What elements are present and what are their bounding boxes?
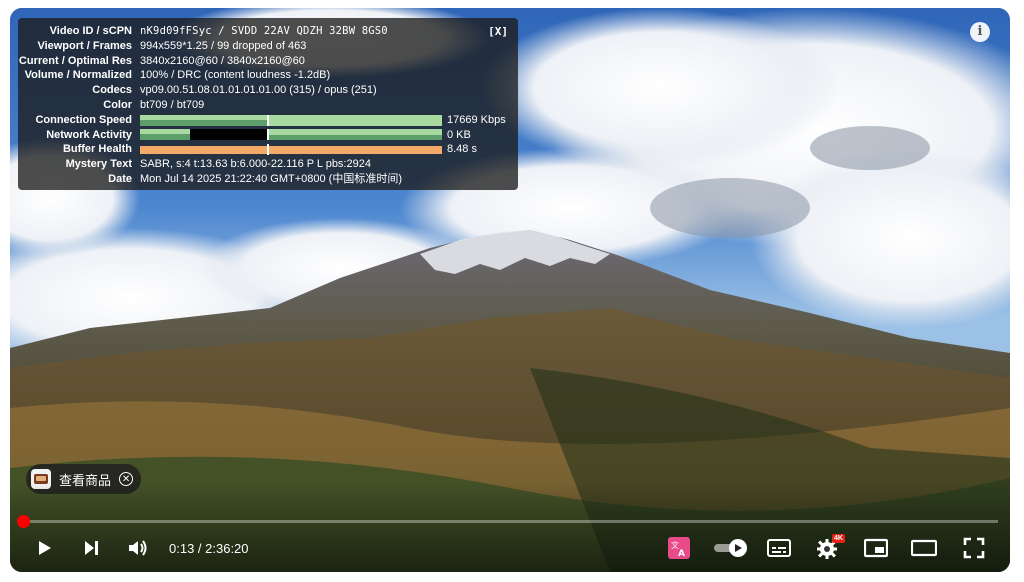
stat-key: Date (108, 172, 132, 185)
stat-key: Volume / Normalized (24, 69, 132, 82)
stat-row-date: Date Mon Jul 14 2025 21:22:40 GMT+0800 (… (18, 172, 518, 187)
player-controls: 0:13 / 2:36:20 文 A 4K (10, 530, 1010, 566)
play-button[interactable] (30, 536, 58, 560)
stat-value: SABR, s:4 t:13.63 b:6.000-22.116 P L pbs… (140, 158, 371, 171)
translate-button[interactable]: 文 A (665, 536, 693, 560)
stats-close-button[interactable]: [X] (488, 25, 508, 40)
play-icon (39, 541, 51, 555)
settings-button[interactable]: 4K (814, 534, 845, 560)
stat-row-codecs: Codecs vp09.00.51.08.01.01.01.01.00 (315… (18, 83, 518, 98)
autoplay-toggle-icon (714, 539, 747, 557)
buffer-health-graph (140, 144, 442, 156)
stat-value: 8.48 s (447, 143, 477, 156)
stat-row-mystery-text: Mystery Text SABR, s:4 t:13.63 b:6.000-2… (18, 157, 518, 172)
miniplayer-icon (864, 538, 888, 558)
stat-value: 17669 Kbps (447, 113, 506, 126)
stat-row-viewport: Viewport / Frames 994x559*1.25 / 99 drop… (18, 39, 518, 54)
progress-bar[interactable] (22, 520, 998, 523)
stat-row-resolution: Current / Optimal Res 3840x2160@60 / 384… (18, 54, 518, 69)
stat-key: Color (103, 98, 132, 111)
stat-row-buffer-health: Buffer Health 8.48 s (18, 142, 518, 157)
stat-key: Mystery Text (65, 158, 132, 171)
quality-badge: 4K (832, 534, 845, 543)
translate-icon: 文 A (668, 537, 690, 559)
stat-value: vp09.00.51.08.01.01.01.01.00 (315) / opu… (140, 84, 377, 97)
subtitles-icon (767, 539, 791, 557)
stat-row-volume: Volume / Normalized 100% / DRC (content … (18, 68, 518, 83)
scrubber-handle[interactable] (17, 515, 30, 528)
video-player[interactable]: [X] Video ID / sCPN nK9d09fFSyc / SVDD 2… (10, 8, 1010, 572)
miniplayer-button[interactable] (862, 536, 890, 560)
stat-key: Viewport / Frames (37, 39, 132, 52)
stat-row-network-activity: Network Activity 0 KB (18, 128, 518, 143)
theater-icon (911, 539, 937, 557)
subtitles-button[interactable] (765, 536, 793, 560)
theater-button[interactable] (910, 536, 938, 560)
stat-value: 3840x2160@60 / 3840x2160@60 (140, 54, 305, 67)
stat-value: bt709 / bt709 (140, 98, 205, 111)
stat-value: Mon Jul 14 2025 21:22:40 GMT+0800 (中国标准时… (140, 172, 402, 185)
autoplay-toggle[interactable] (712, 536, 750, 560)
network-activity-graph (140, 129, 442, 141)
stat-value: 0 KB (447, 128, 471, 141)
svg-text:A: A (678, 549, 685, 559)
stat-row-video-id: Video ID / sCPN nK9d09fFSyc / SVDD 22AV … (18, 24, 518, 39)
connection-speed-graph (140, 114, 442, 126)
time-display: 0:13 / 2:36:20 (169, 541, 249, 556)
next-icon (85, 541, 98, 555)
stat-value: 100% / DRC (content loudness -1.2dB) (140, 69, 331, 82)
stat-key: Current / Optimal Res (18, 54, 132, 67)
fullscreen-icon (963, 537, 985, 559)
stat-row-connection-speed: Connection Speed 17669 Kbps (18, 113, 518, 128)
volume-icon (129, 540, 147, 556)
info-icon[interactable]: i (970, 22, 990, 42)
fullscreen-button[interactable] (960, 536, 988, 560)
stat-value: 994x559*1.25 / 99 dropped of 463 (140, 39, 307, 52)
stat-value: nK9d09fFSyc / SVDD 22AV QDZH 32BW 8GS0 (140, 25, 388, 37)
stat-key: Video ID / sCPN (49, 25, 132, 37)
stat-row-color: Color bt709 / bt709 (18, 98, 518, 113)
volume-button[interactable] (124, 536, 152, 560)
stat-key: Buffer Health (62, 143, 132, 156)
stat-key: Codecs (92, 84, 132, 97)
stat-key: Connection Speed (35, 113, 132, 126)
stat-key: Network Activity (46, 128, 132, 141)
next-button[interactable] (77, 536, 105, 560)
stats-for-nerds-panel: [X] Video ID / sCPN nK9d09fFSyc / SVDD 2… (18, 18, 518, 190)
